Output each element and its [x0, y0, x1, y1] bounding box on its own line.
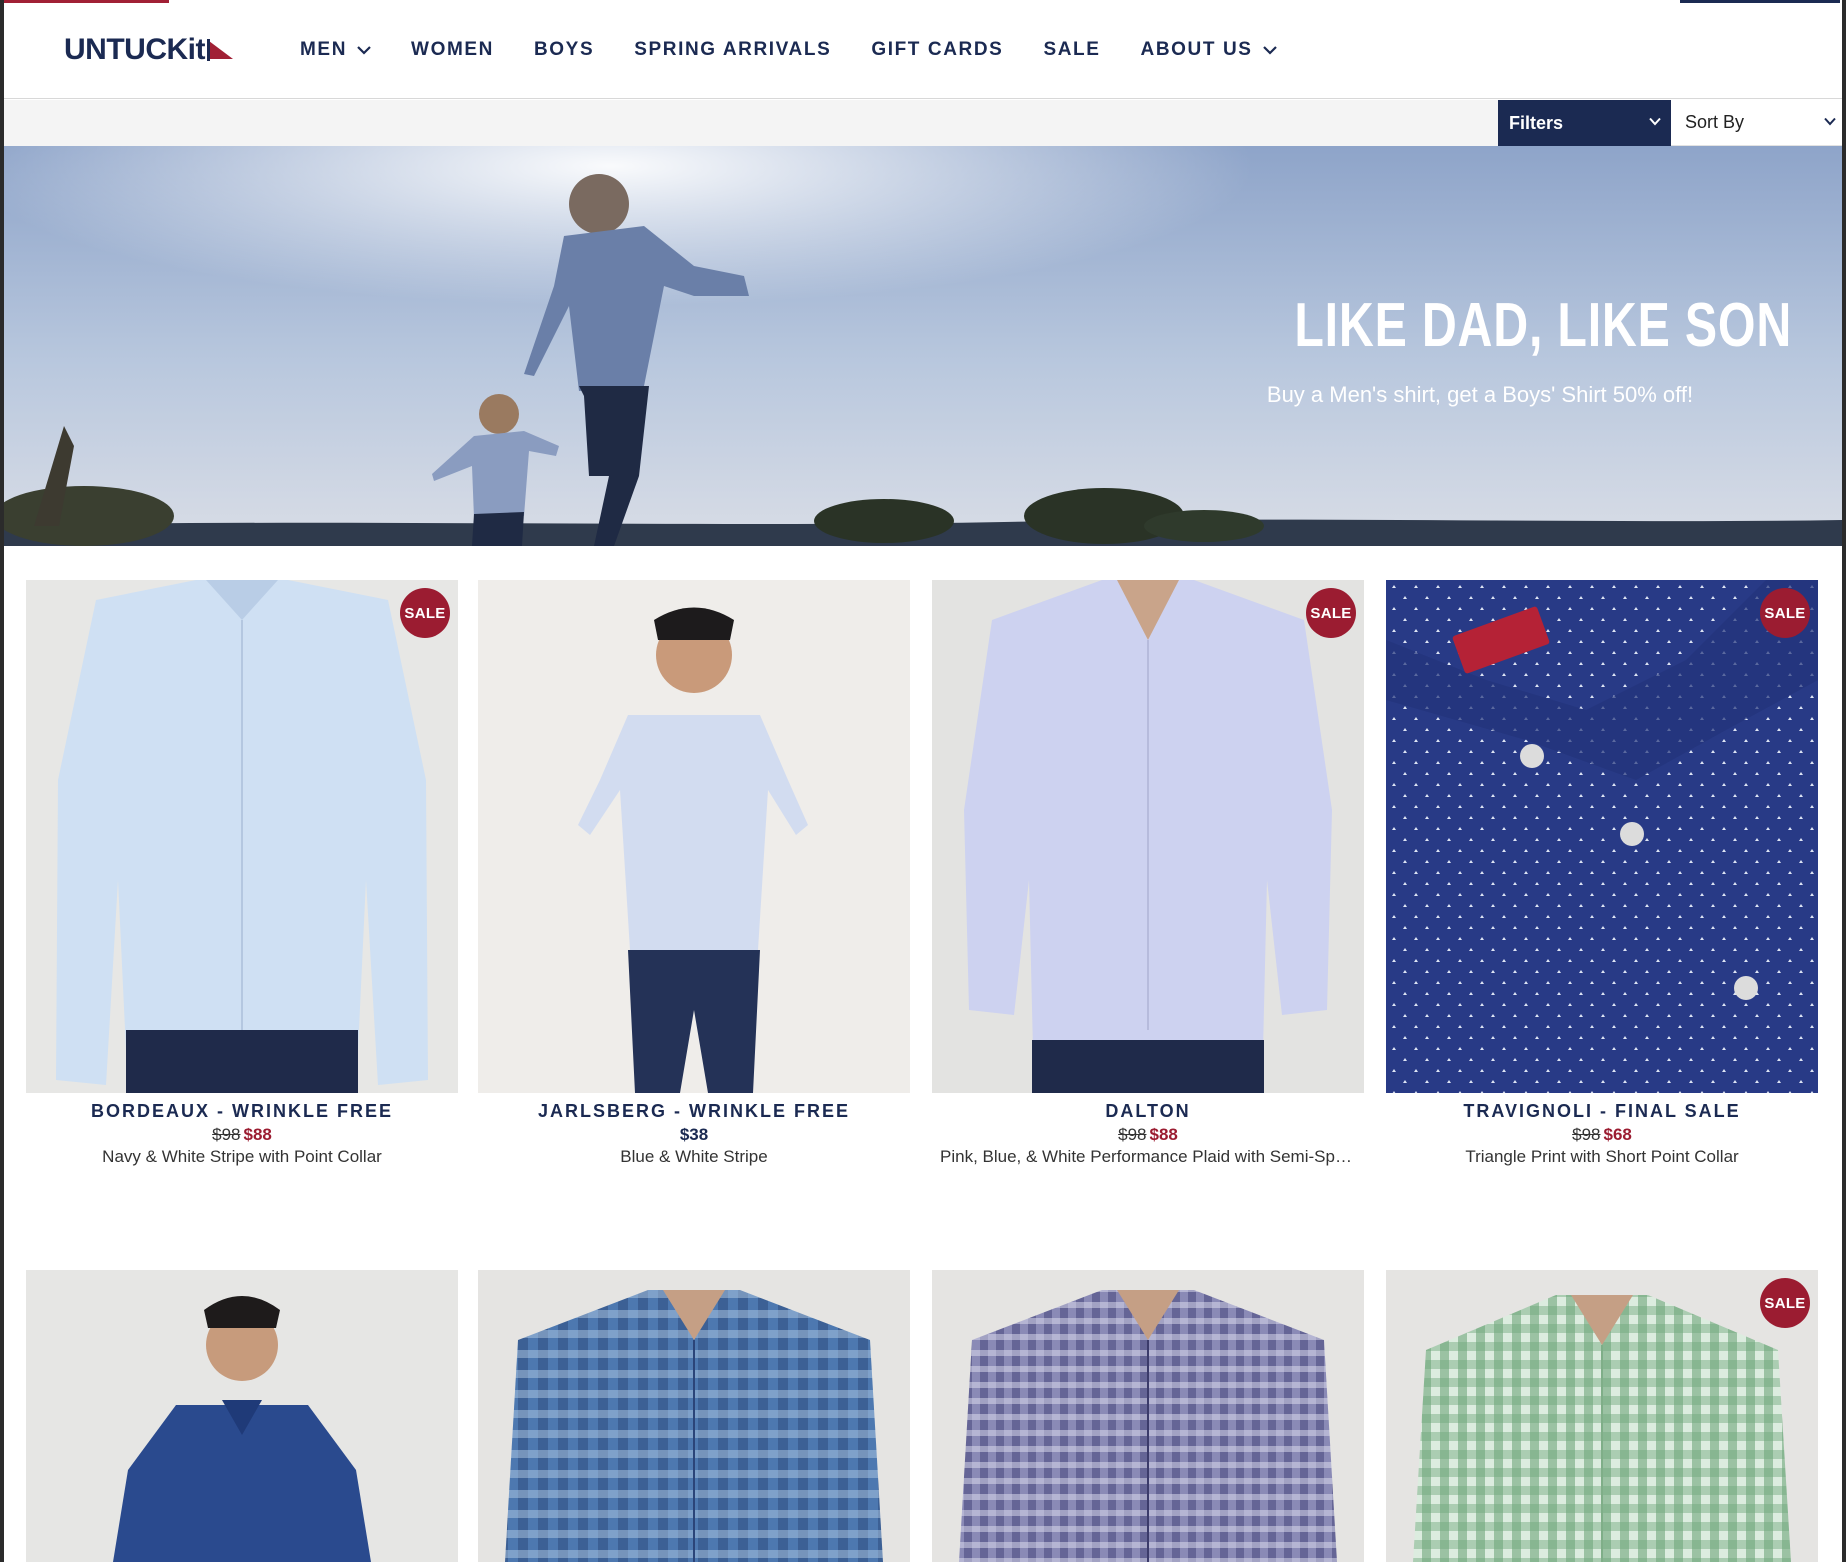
- product-description: Triangle Print with Short Point Collar: [1465, 1147, 1739, 1166]
- nav-item-label: MEN: [300, 38, 348, 60]
- original-price: $98: [1572, 1125, 1601, 1144]
- chevron-down-icon: [1262, 45, 1277, 55]
- product-card[interactable]: [26, 1270, 458, 1562]
- shirt-image: [478, 580, 910, 1093]
- nav-item-label: SALE: [1043, 38, 1101, 60]
- nav-item-about-us[interactable]: ABOUT US: [1141, 39, 1277, 61]
- product-card[interactable]: SALE DALTON $98 $88 Pink, Blue, & White P…: [932, 580, 1364, 1167]
- product-price: $38: [478, 1125, 910, 1145]
- nav-item-sale[interactable]: SALE: [1043, 39, 1100, 61]
- product-image[interactable]: SALE: [932, 580, 1364, 1093]
- product-image[interactable]: SALE: [1386, 580, 1818, 1093]
- product-image[interactable]: [932, 1270, 1364, 1562]
- hero-banner[interactable]: LIKE DAD, LIKE SON Buy a Men's shirt, ge…: [4, 146, 1842, 546]
- sale-price: $68: [1603, 1125, 1632, 1144]
- logo-text: UNTUCKit: [64, 33, 205, 66]
- product-name[interactable]: TRAVIGNOLI - FINAL SALE: [1386, 1101, 1818, 1122]
- hero-subtitle: Buy a Men's shirt, get a Boys' Shirt 50%…: [1266, 382, 1694, 407]
- product-image[interactable]: [478, 580, 910, 1093]
- sale-price: $88: [1149, 1125, 1178, 1144]
- product-card[interactable]: SALE TRAVIGNOLI - FINAL SALE $98 $68 Tria…: [1386, 580, 1818, 1167]
- shirt-image: [1386, 580, 1818, 1093]
- sale-badge: SALE: [1760, 588, 1810, 638]
- sort-by-dropdown[interactable]: Sort By: [1671, 100, 1842, 146]
- sort-label: Sort By: [1685, 112, 1745, 132]
- top-accent-bar: [1680, 0, 1840, 3]
- product-image[interactable]: SALE: [1386, 1270, 1818, 1562]
- product-description: Pink, Blue, & White Performance Plaid wi…: [940, 1147, 1364, 1166]
- sale-badge: SALE: [1760, 1278, 1810, 1328]
- product-name[interactable]: BORDEAUX - WRINKLE FREE: [26, 1101, 458, 1122]
- nav-item-men[interactable]: MEN: [300, 39, 371, 61]
- original-price: $98: [1118, 1125, 1147, 1144]
- product-card[interactable]: SALE: [1386, 1270, 1818, 1562]
- nav-item-label: ABOUT US: [1140, 38, 1253, 60]
- filters-label: Filters: [1509, 112, 1564, 133]
- product-card[interactable]: JARLSBERG - WRINKLE FREE $38 Blue & Whit…: [478, 580, 910, 1167]
- filter-bar: Filters Sort By: [4, 100, 1842, 146]
- price: $38: [679, 1125, 709, 1144]
- nav-item-boys[interactable]: BOYS: [534, 39, 594, 61]
- nav-item-gift-cards[interactable]: GIFT CARDS: [871, 39, 1003, 61]
- product-image[interactable]: [26, 1270, 458, 1562]
- product-price: $98 $68: [1386, 1125, 1818, 1145]
- product-name[interactable]: JARLSBERG - WRINKLE FREE: [478, 1101, 910, 1122]
- nav-item-spring-arrivals[interactable]: SPRING ARRIVALS: [634, 39, 831, 61]
- original-price: $98: [212, 1125, 241, 1144]
- shirt-image: [932, 1270, 1364, 1562]
- product-image[interactable]: SALE: [26, 580, 458, 1093]
- sale-badge: SALE: [1306, 588, 1356, 638]
- site-header: UNTUCKit MEN WOMEN BOYS SPRING ARRIVALS …: [4, 0, 1842, 99]
- nav-item-label: BOYS: [533, 38, 595, 60]
- window-frame-right: [1842, 0, 1846, 1562]
- product-card[interactable]: [932, 1270, 1364, 1562]
- shirt-image: [26, 1270, 458, 1562]
- product-name[interactable]: DALTON: [932, 1101, 1364, 1122]
- filters-dropdown[interactable]: Filters: [1498, 100, 1671, 146]
- product-description: Blue & White Stripe: [620, 1147, 768, 1166]
- sale-badge: SALE: [400, 588, 450, 638]
- nav-item-label: GIFT CARDS: [871, 38, 1004, 60]
- shirt-image: [478, 1270, 910, 1562]
- product-price: $98 $88: [932, 1125, 1364, 1145]
- product-card[interactable]: [478, 1270, 910, 1562]
- logo-flag-icon: [206, 39, 233, 61]
- untuckit-logo[interactable]: UNTUCKit: [64, 30, 235, 70]
- product-price: $98 $88: [26, 1125, 458, 1145]
- sale-price: $88: [243, 1125, 272, 1144]
- main-nav: MEN WOMEN BOYS SPRING ARRIVALS GIFT CARD…: [300, 0, 1317, 99]
- shirt-image: [932, 580, 1364, 1093]
- product-description: Navy & White Stripe with Point Collar: [102, 1147, 382, 1166]
- top-accent-bar: [4, 0, 169, 3]
- product-card[interactable]: SALE BORDEAUX - WRINKLE FREE $98 $88 Navy…: [26, 580, 458, 1167]
- nav-item-label: SPRING ARRIVALS: [634, 38, 832, 60]
- chevron-down-icon: [1824, 117, 1836, 126]
- hero-title: LIKE DAD, LIKE SON: [1294, 291, 1793, 360]
- nav-item-women[interactable]: WOMEN: [411, 39, 494, 61]
- chevron-down-icon: [1649, 117, 1661, 126]
- product-image[interactable]: [478, 1270, 910, 1562]
- shirt-image: [1386, 1270, 1818, 1562]
- nav-item-label: WOMEN: [411, 38, 494, 60]
- shirt-image: [26, 580, 458, 1093]
- chevron-down-icon: [357, 45, 371, 55]
